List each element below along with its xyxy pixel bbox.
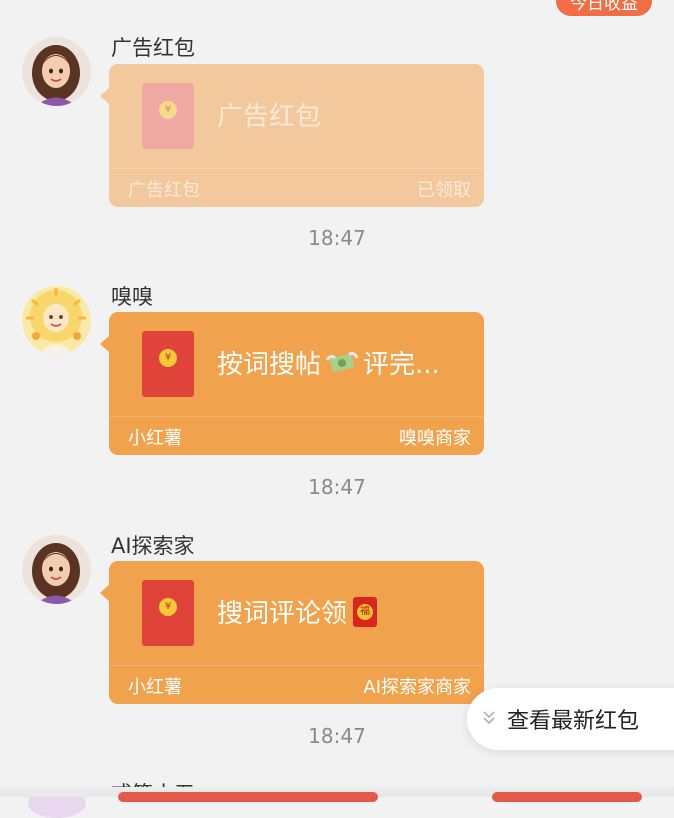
red-packet-merchant: AI探索家商家	[363, 677, 471, 698]
message-timestamp: 18:47	[308, 226, 366, 250]
sun-character-avatar-icon	[22, 286, 91, 355]
bubble-tail	[100, 335, 110, 353]
red-envelope-icon: ¥	[142, 580, 194, 646]
avatar[interactable]	[22, 286, 91, 355]
red-packet-source: 广告红包	[128, 180, 200, 201]
sender-name: 广告红包	[111, 36, 195, 60]
view-newest-label: 查看最新红包	[507, 709, 640, 734]
red-packet-merchant: 嗅嗅商家	[399, 428, 471, 449]
money-with-wings-icon	[325, 350, 359, 376]
double-chevron-down-icon	[483, 710, 495, 728]
red-packet-source: 小红薯	[128, 677, 182, 698]
red-packet-title: 广告红包	[217, 102, 322, 132]
divider	[109, 168, 484, 169]
title-text: 按词搜帖	[217, 350, 322, 380]
partial-card	[118, 792, 378, 802]
divider	[109, 416, 484, 417]
red-envelope-fu-icon: 福	[353, 596, 378, 627]
avatar[interactable]	[22, 535, 91, 604]
red-packet-card[interactable]: ¥ 按词搜帖 评完... 小红薯 嗅嗅商家	[100, 312, 484, 455]
partial-card	[492, 792, 642, 802]
title-text: 评完...	[363, 350, 440, 380]
red-envelope-icon: ¥	[142, 331, 194, 397]
red-packet-card[interactable]: ¥ 广告红包 广告红包 已领取	[100, 64, 484, 207]
bubble-tail	[100, 87, 110, 105]
red-packet-title: 按词搜帖 评完...	[217, 344, 440, 381]
woman-avatar-icon	[22, 37, 91, 106]
earnings-badge[interactable]: 今日收益	[556, 0, 652, 16]
woman-avatar-icon	[22, 535, 91, 604]
red-packet-title: 搜词评论领 福	[217, 593, 378, 630]
red-envelope-icon: ¥	[142, 83, 194, 149]
red-packet-card[interactable]: ¥ 搜词评论领 福 小红薯 AI探索家商家	[100, 561, 484, 704]
view-newest-red-packets-button[interactable]: 查看最新红包	[467, 688, 674, 750]
red-packet-source: 小红薯	[128, 428, 182, 449]
title-text: 搜词评论领	[217, 599, 348, 629]
red-packet-status: 已领取	[417, 180, 471, 201]
message-timestamp: 18:47	[308, 475, 366, 499]
sender-name: 嗅嗅	[111, 285, 153, 309]
avatar[interactable]	[22, 37, 91, 106]
divider	[109, 665, 484, 666]
sender-name: AI探索家	[111, 534, 195, 558]
bubble-tail	[100, 584, 110, 602]
